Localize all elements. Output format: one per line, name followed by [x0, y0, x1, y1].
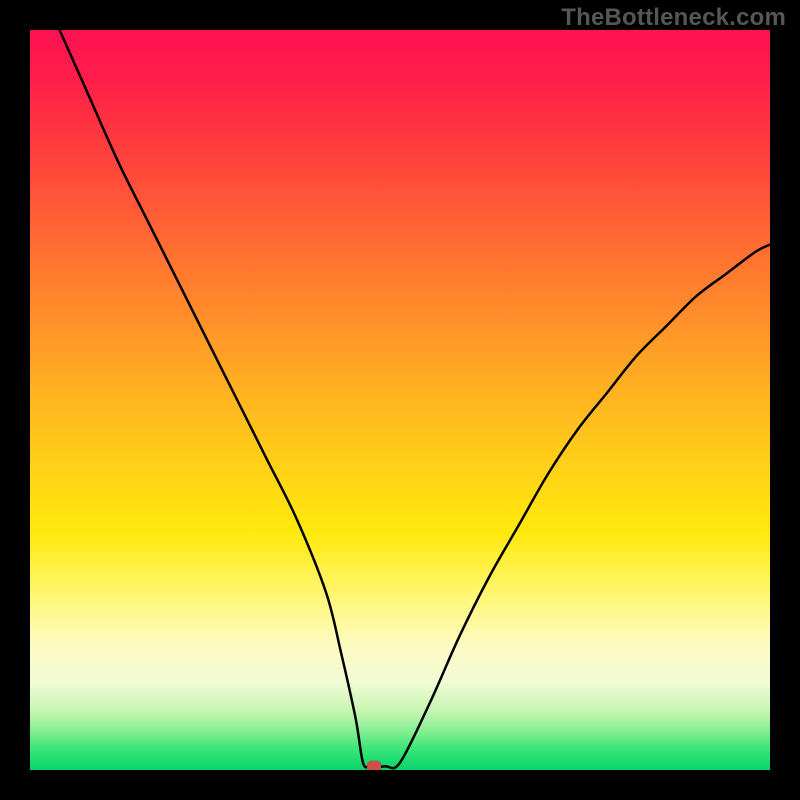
bottleneck-curve: [60, 30, 770, 768]
curve-svg: [30, 30, 770, 770]
plot-area: [30, 30, 770, 770]
chart-frame: TheBottleneck.com: [0, 0, 800, 800]
optimal-marker: [367, 761, 381, 770]
watermark-text: TheBottleneck.com: [561, 4, 786, 32]
